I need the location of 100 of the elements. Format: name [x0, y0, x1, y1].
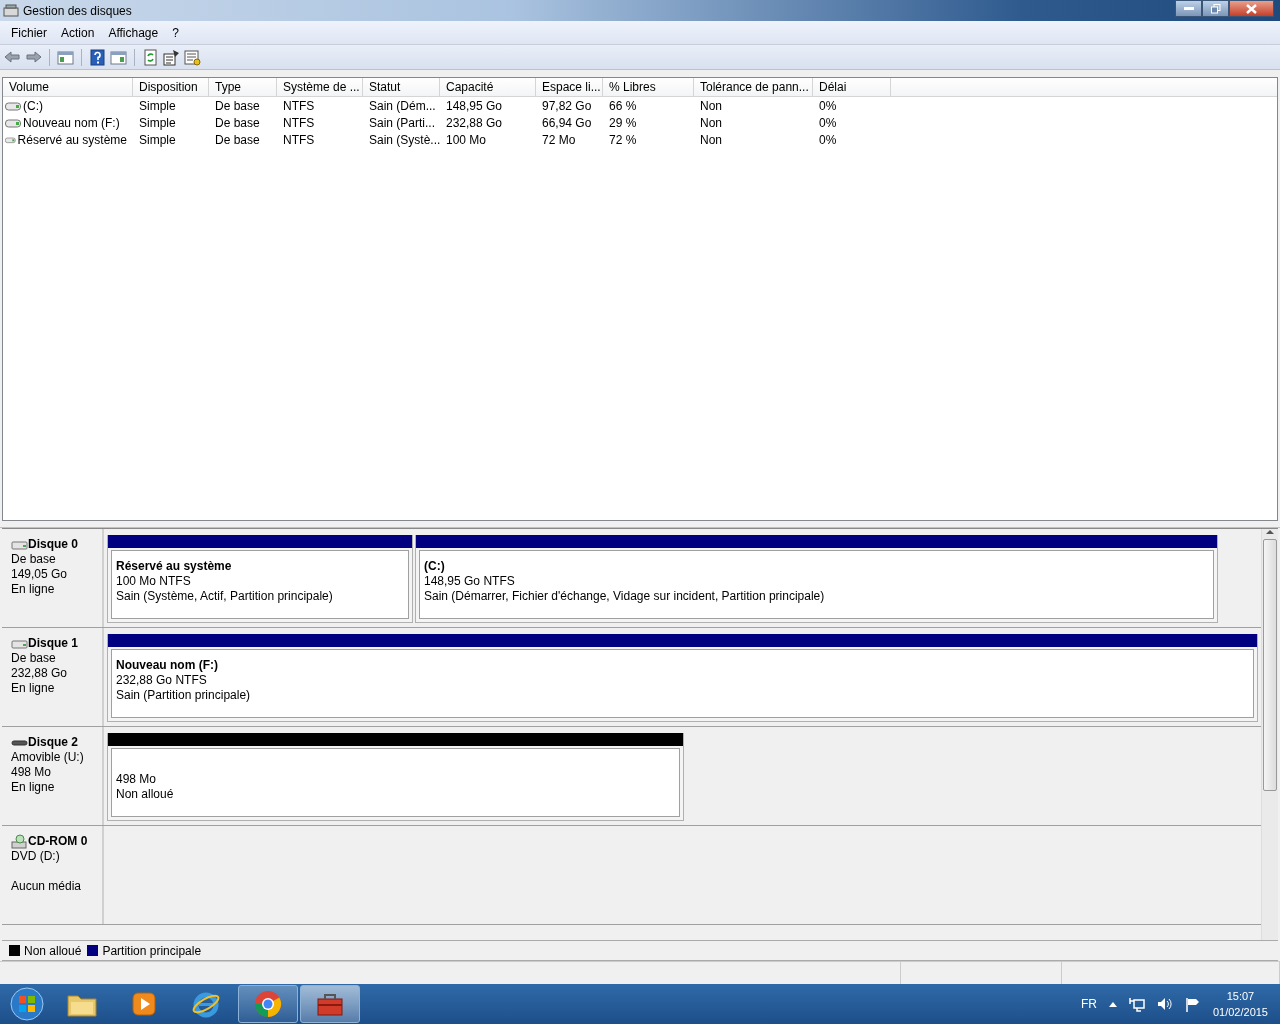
flag-icon[interactable]	[1184, 996, 1201, 1012]
disk-info: En ligne	[11, 681, 56, 696]
partition-status: Sain (Système, Actif, Partition principale)	[116, 589, 334, 604]
taskbar-button[interactable]	[238, 985, 298, 1023]
partition-status: Non alloué	[116, 787, 175, 802]
play-icon	[130, 990, 158, 1018]
table-cell-text: 72 Mo	[541, 132, 577, 147]
refresh-icon[interactable]	[142, 48, 159, 66]
disk-info: De base	[11, 552, 57, 567]
column-header[interactable]: Disposition	[133, 78, 209, 96]
restore-icon	[1210, 3, 1221, 14]
column-header[interactable]: Type	[209, 78, 277, 96]
taskbar-button[interactable]	[300, 985, 360, 1023]
table-cell-text: Non	[699, 98, 723, 113]
menu-item[interactable]: Fichier	[4, 23, 54, 42]
disk-info: En ligne	[11, 582, 56, 597]
table-cell: Nouveau nom (F:)	[23, 115, 120, 130]
close-icon	[1246, 3, 1257, 14]
table-cell-text: De base	[214, 132, 261, 147]
table-cell-text: NTFS	[282, 98, 316, 113]
disk-name: Disque 1	[28, 636, 78, 651]
legend-label: Partition principale	[102, 943, 202, 958]
partition-title: (C:)	[424, 559, 446, 574]
disk-info: Amovible (U:)	[11, 750, 85, 765]
column-header[interactable]: Tolérance de pann...	[694, 78, 813, 96]
close-button[interactable]	[1229, 0, 1274, 17]
table-cell-text: 100 Mo	[445, 132, 488, 147]
show-hidden-icons-icon[interactable]	[1108, 1001, 1117, 1007]
disk-info: 498 Mo	[11, 765, 53, 780]
cd-drive-icon	[11, 834, 28, 849]
partition-size: 100 Mo NTFS	[116, 574, 192, 589]
table-cell-text: 66 %	[608, 98, 638, 113]
forward-arrow-icon[interactable]	[25, 48, 42, 66]
partition-block[interactable]: 498 Mo Non alloué	[107, 733, 684, 821]
scrollbar[interactable]	[1261, 529, 1278, 940]
partition-size: 232,88 Go NTFS	[116, 673, 208, 688]
table-cell-text: 29 %	[608, 115, 638, 130]
disk-info: DVD (D:)	[11, 849, 61, 864]
settings-icon[interactable]	[184, 48, 201, 66]
disk-name: Disque 0	[28, 537, 78, 552]
menu-item[interactable]: ?	[165, 23, 186, 42]
table-cell: (C:)	[23, 98, 43, 113]
disk-name: Disque 2	[28, 735, 78, 750]
column-header[interactable]: Statut	[363, 78, 440, 96]
disk-name: CD-ROM 0	[28, 834, 88, 849]
legend-label: Non alloué	[24, 943, 82, 958]
minimize-button[interactable]	[1175, 0, 1202, 17]
drive-icon	[5, 134, 16, 145]
disk-info: 232,88 Go	[11, 666, 69, 681]
table-cell-text: 72 %	[608, 132, 638, 147]
disk-management-icon	[3, 3, 19, 18]
column-header[interactable]: Volume	[3, 78, 133, 96]
table-cell-text: 97,82 Go	[541, 98, 593, 113]
column-header[interactable]: Système de ...	[277, 78, 363, 96]
drive-icon	[5, 117, 21, 128]
panel-icon[interactable]	[57, 48, 74, 66]
column-header[interactable]: % Libres	[603, 78, 694, 96]
menu-item[interactable]: Affichage	[101, 23, 166, 42]
table-cell-text: 0%	[818, 132, 838, 147]
partition-size: 148,95 Go NTFS	[424, 574, 516, 589]
partition-status: Sain (Démarrer, Fichier d'échange, Vidage sur incident, Partition principale)	[424, 589, 826, 604]
language-indicator[interactable]: FR	[1080, 997, 1097, 1011]
properties-icon[interactable]	[163, 48, 180, 66]
partition-block[interactable]: Réservé au système 100 Mo NTFS Sain (Système, Actif, Partition principale)	[107, 535, 413, 623]
table-cell-text: Sain (Parti...	[368, 115, 437, 130]
table-cell-text: NTFS	[282, 132, 316, 147]
table-cell-text: De base	[214, 115, 261, 130]
disk-info: Aucun média	[11, 879, 83, 894]
partition-title: Réservé au système	[116, 559, 233, 574]
table-cell-text: 148,95 Go	[445, 98, 504, 113]
menu-item[interactable]: Action	[54, 23, 102, 42]
column-header[interactable]: Délai	[813, 78, 891, 96]
network-icon[interactable]	[1128, 996, 1145, 1012]
browser-icon	[253, 989, 283, 1019]
table-cell-text: Non	[699, 132, 723, 147]
table-cell-text: 232,88 Go	[445, 115, 504, 130]
table-cell-text: 0%	[818, 115, 838, 130]
restore-button[interactable]	[1202, 0, 1229, 17]
disk-info: 149,05 Go	[11, 567, 69, 582]
minimize-icon	[1183, 6, 1194, 11]
clock[interactable]: 15:07 01/02/2015	[1212, 988, 1268, 1020]
column-header[interactable]: Capacité	[440, 78, 536, 96]
partition-size: 498 Mo	[116, 772, 158, 787]
speaker-icon[interactable]	[1156, 997, 1173, 1011]
table-cell-text: 0%	[818, 98, 838, 113]
partition-status: Sain (Partition principale)	[116, 688, 252, 703]
table-cell-text: 66,94 Go	[541, 115, 593, 130]
help-icon[interactable]	[89, 48, 106, 66]
partition-block[interactable]: (C:) 148,95 Go NTFS Sain (Démarrer, Fichier d'échange, Vidage sur incident, Partition principale)	[415, 535, 1218, 623]
table-cell-text: Simple	[138, 98, 177, 113]
column-header[interactable]: Espace li...	[536, 78, 603, 96]
table-cell-text: Sain (Dém...	[368, 98, 437, 113]
table-cell-text: Simple	[138, 132, 177, 147]
table-cell-text: De base	[214, 98, 261, 113]
partition-block[interactable]: Nouveau nom (F:) 232,88 Go NTFS Sain (Partition principale)	[107, 634, 1258, 722]
table-cell-text: Non	[699, 115, 723, 130]
window-title: Gestion des disques	[23, 3, 133, 18]
drive-icon	[5, 100, 21, 111]
table-cell-text: Sain (Systè...	[368, 132, 440, 147]
back-arrow-icon[interactable]	[4, 48, 21, 66]
